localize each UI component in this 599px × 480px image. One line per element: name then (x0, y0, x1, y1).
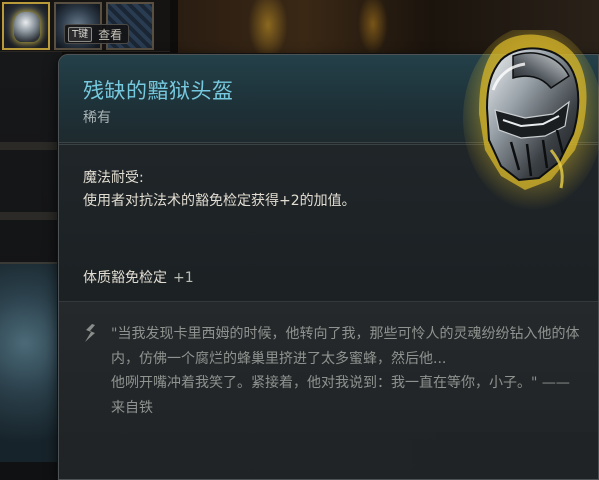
item-rarity: 稀有 (83, 110, 111, 126)
saving-throw-label: 体质豁免检定 (83, 270, 167, 286)
key-cap-t: T键 (68, 26, 93, 42)
map-thumbnail[interactable] (0, 262, 62, 462)
key-hint-label: 查看 (98, 27, 123, 42)
flavor-text-box: "当我发现卡里西姆的时候，他转向了我，那些可怜人的灵魂纷纷钻入他的体内，仿佛一个… (59, 301, 598, 479)
inspect-key-hint[interactable]: T键 查看 (64, 24, 130, 44)
helmet-thumbnail-icon (14, 12, 40, 42)
quote-icon (85, 324, 95, 342)
saving-throw-value: +1 (173, 270, 194, 286)
inventory-slot-helmet[interactable] (2, 2, 50, 50)
saving-throw-bonus: 体质豁免检定 +1 (83, 267, 194, 287)
effect-description: 使用者对抗法术的豁免检定获得+2的加值。 (83, 193, 356, 209)
flavor-text: "当我发现卡里西姆的时候，他转向了我，那些可怜人的灵魂纷纷钻入他的体内，仿佛一个… (111, 326, 580, 416)
item-name: 残缺的黯狱头盔 (83, 79, 234, 103)
helmet-icon (455, 26, 599, 220)
effect-title: 魔法耐受: (83, 170, 144, 186)
